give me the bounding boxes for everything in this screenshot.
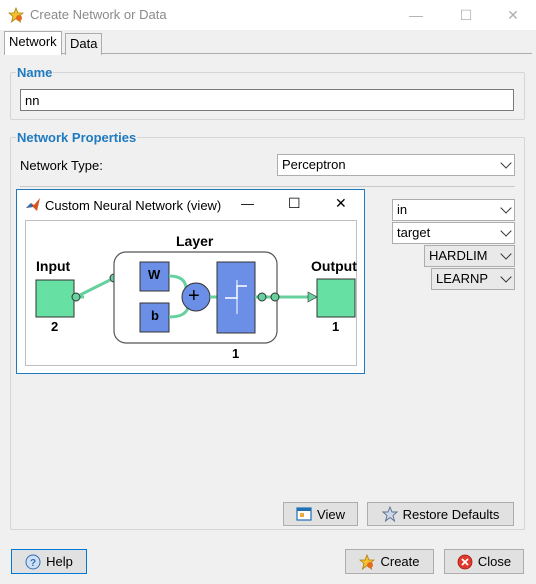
tab-data[interactable]: Data — [65, 33, 103, 55]
target-data-select[interactable]: target — [392, 222, 515, 244]
star-restore-icon — [381, 506, 398, 522]
layer-size-label: 1 — [232, 346, 240, 361]
chevron-down-icon — [500, 248, 512, 260]
close-icon — [457, 554, 473, 569]
restore-defaults-button[interactable]: Restore Defaults — [367, 502, 514, 526]
name-input[interactable]: nn — [20, 89, 514, 111]
input-label: Input — [36, 258, 71, 274]
input-box — [35, 279, 75, 318]
network-type-label: Network Type: — [20, 158, 103, 173]
title-bar: Create Network or Data — ☐ ✕ — [0, 0, 536, 30]
window-title: Create Network or Data — [30, 7, 167, 22]
output-label: Output — [311, 258, 357, 274]
learning-function-select[interactable]: LEARNP — [431, 268, 515, 290]
bias-label: b — [151, 308, 159, 323]
learning-function-value: LEARNP — [436, 271, 489, 286]
maximize-button[interactable]: ☐ — [451, 4, 481, 26]
window-view-icon — [296, 507, 312, 521]
view-button-label: View — [317, 506, 345, 522]
chevron-down-icon — [500, 202, 512, 214]
output-arrowhead — [307, 291, 318, 303]
help-button-label: Help — [46, 554, 73, 569]
target-data-value: target — [397, 225, 431, 240]
output-box — [316, 278, 356, 318]
layer-label: Layer — [176, 233, 214, 249]
chevron-down-icon — [500, 157, 512, 169]
svg-text:?: ? — [30, 558, 36, 569]
close-window-button[interactable]: ✕ — [498, 4, 528, 26]
close-button[interactable]: Close — [444, 549, 524, 574]
nn-maximize-button[interactable]: ☐ — [288, 195, 301, 212]
nn-view-title: Custom Neural Network (view) — [45, 198, 222, 213]
minimize-button[interactable]: — — [401, 4, 431, 26]
sum-symbol: + — [188, 285, 200, 307]
nn-minimize-button[interactable]: — — [241, 196, 254, 211]
input-arrow-line — [79, 278, 111, 297]
input-data-value: in — [397, 202, 408, 217]
create-button[interactable]: Create — [345, 549, 434, 574]
create-button-label: Create — [380, 554, 420, 569]
network-type-value: Perceptron — [282, 157, 346, 172]
network-properties-legend: Network Properties — [16, 130, 138, 145]
network-diagram: Input 2 Layer W b + 1 Output 1 — [25, 220, 357, 366]
close-button-label: Close — [477, 554, 512, 569]
input-node — [71, 292, 81, 302]
nn-close-button[interactable]: ✕ — [335, 195, 347, 212]
name-legend: Name — [16, 65, 54, 80]
weight-label: W — [148, 267, 161, 282]
restore-defaults-label: Restore Defaults — [402, 506, 500, 522]
view-button[interactable]: View — [283, 502, 358, 526]
layer-boundary-node — [270, 292, 280, 302]
help-icon: ? — [25, 554, 41, 569]
chevron-down-icon — [500, 225, 512, 237]
properties-divider — [20, 186, 515, 187]
transfer-function-value: HARDLIM — [429, 248, 488, 263]
network-type-select[interactable]: Perceptron — [277, 154, 515, 176]
input-size-label: 2 — [51, 319, 59, 334]
create-star-icon — [359, 553, 376, 570]
output-size-label: 1 — [332, 319, 340, 334]
star-app-icon — [8, 7, 24, 23]
transfer-function-select[interactable]: HARDLIM — [424, 245, 515, 267]
matlab-icon — [26, 198, 40, 211]
tab-network[interactable]: Network — [4, 31, 62, 55]
input-data-select[interactable]: in — [392, 199, 515, 221]
chevron-down-icon — [500, 271, 512, 283]
help-button[interactable]: ? Help — [11, 549, 87, 574]
neural-network-view-window[interactable]: Custom Neural Network (view) — ☐ ✕ Input… — [16, 189, 365, 374]
layer-output-node — [257, 292, 267, 302]
